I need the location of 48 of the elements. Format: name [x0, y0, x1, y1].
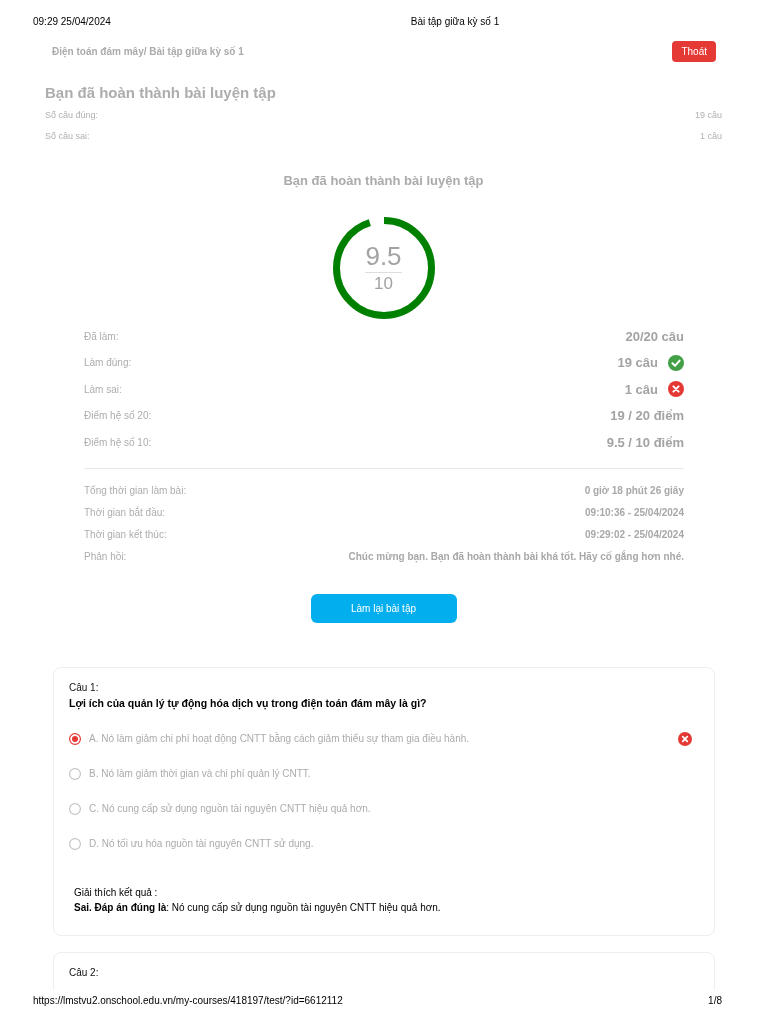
exit-button[interactable]: Thoát — [672, 41, 716, 62]
score-value: 9.5 — [365, 243, 402, 268]
stat-label: Điểm hệ số 10: — [84, 436, 153, 448]
summary-label: Số câu sai: — [45, 131, 90, 141]
radio-button[interactable] — [69, 732, 81, 745]
stat-value: 9.5 / 10 điểm — [606, 434, 684, 450]
summary-title: Bạn đã hoàn thành bài luyện tập — [45, 84, 277, 102]
time-value: 0 giờ 18 phút 26 giây — [584, 485, 684, 496]
time-label: Tổng thời gian làm bài: — [84, 485, 187, 496]
time-label: Thời gian kết thúc: — [84, 529, 167, 540]
print-date: 09:29 25/04/2024 — [33, 16, 112, 28]
stat-value: 1 câu — [624, 381, 658, 397]
explanation-heading: Giải thích kết quả : — [74, 886, 159, 900]
question-number: Câu 2: — [69, 967, 100, 979]
retry-button[interactable]: Làm lại bài tập — [310, 593, 457, 623]
cross-circle-icon — [668, 381, 684, 398]
time-value: 09:10:36 - 25/04/2024 — [585, 507, 684, 518]
answer-text: D. Nó tối ưu hóa nguồn tài nguyên CNTT sử dụng. — [89, 838, 315, 849]
radio-button[interactable] — [69, 802, 81, 815]
summary-label: Số câu đúng: — [45, 110, 99, 120]
stat-value: 19 câu — [617, 355, 658, 371]
stat-label: Đã làm: — [84, 330, 120, 342]
radio-button[interactable] — [69, 767, 81, 780]
stat-label: Làm sai: — [84, 383, 123, 395]
stat-value: 19 / 20 điểm — [610, 408, 684, 424]
time-label: Thời gian bắt đầu: — [84, 507, 166, 518]
answer-text: A. Nó làm giảm chi phí hoạt động CNTT bằng cách giảm thiểu sự tham gia điều hành. — [89, 733, 471, 744]
time-value: Chúc mừng bạn. Bạn đã hoàn thành bài khá tốt. Hãy cố gắng hơn nhé. — [348, 551, 684, 562]
score-max: 10 — [374, 274, 393, 293]
time-label: Phản hồi: — [84, 551, 127, 562]
summary-value: 1 câu — [699, 131, 722, 141]
page-number: 1/8 — [708, 995, 722, 1008]
time-value: 09:29:02 - 25/04/2024 — [585, 529, 684, 540]
result-title: Bạn đã hoàn thành bài luyện tập — [282, 173, 485, 189]
question-text: Lợi ích của quản lý tự động hóa dịch vụ trong điện toán đám mây là gì? — [69, 695, 428, 710]
stat-label: Điểm hệ số 20: — [84, 410, 153, 422]
explanation-text: Sai. Đáp án đúng là: Nó cung cấp sử dụng nguồn tài nguyên CNTT hiệu quả hơn. — [74, 901, 442, 915]
breadcrumb: Điện toán đám mây/ Bài tập giữa kỳ số 1 — [52, 46, 244, 57]
answer-text: C. Nó cung cấp sử dụng nguồn tài nguyên CNTT hiệu quả hơn. — [89, 803, 372, 814]
summary-value: 19 câu — [694, 110, 722, 120]
stat-label: Làm đúng: — [84, 357, 133, 369]
question-number: Câu 1: — [69, 681, 100, 694]
print-title: Bài tập giữa kỳ số 1 — [409, 16, 501, 28]
stat-value: 20/20 câu — [625, 328, 684, 344]
radio-button[interactable] — [69, 837, 81, 850]
page-url: https://lmstvu2.onschool.edu.vn/my-courses/418197/test/?id=6612112 — [33, 995, 343, 1008]
check-circle-icon — [668, 354, 684, 371]
answer-text: B. Nó làm giảm thời gian và chi phí quản lý CNTT. — [89, 768, 312, 779]
